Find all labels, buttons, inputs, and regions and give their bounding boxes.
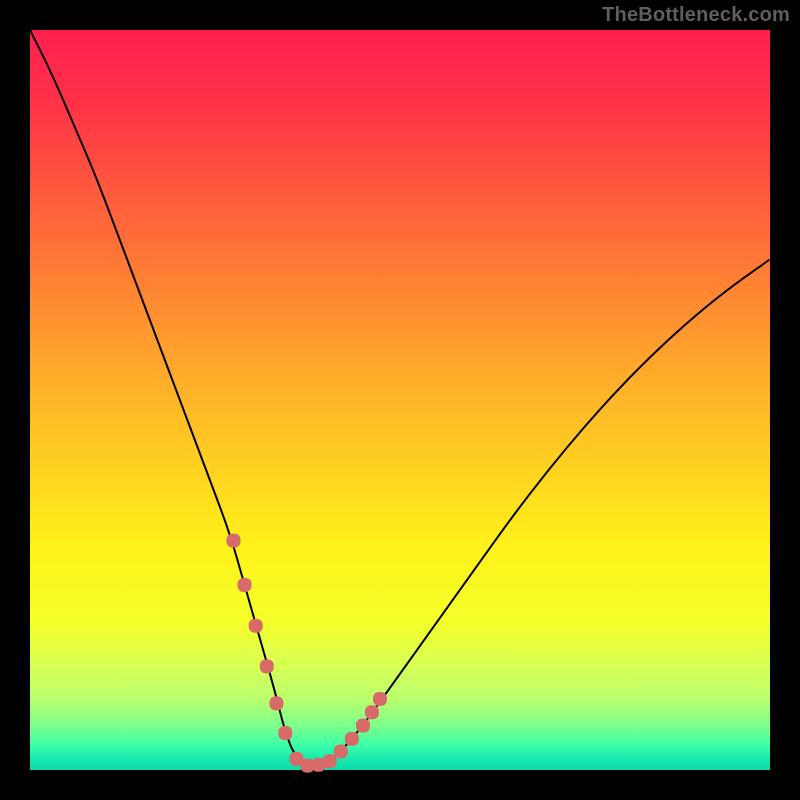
- watermark-text: TheBottleneck.com: [602, 4, 790, 27]
- chart-stage: TheBottleneck.com: [0, 0, 800, 800]
- marker-dot: [345, 732, 359, 746]
- marker-dot: [356, 719, 370, 733]
- gradient-panel: [30, 30, 770, 770]
- marker-dot: [227, 534, 241, 548]
- chart-canvas: [0, 0, 800, 800]
- marker-dot: [373, 692, 387, 706]
- marker-dot: [278, 726, 292, 740]
- marker-dot: [365, 705, 379, 719]
- marker-dot: [323, 754, 337, 768]
- marker-dot: [238, 578, 252, 592]
- marker-dot: [249, 619, 263, 633]
- marker-dot: [269, 696, 283, 710]
- marker-dot: [260, 659, 274, 673]
- marker-dot: [334, 745, 348, 759]
